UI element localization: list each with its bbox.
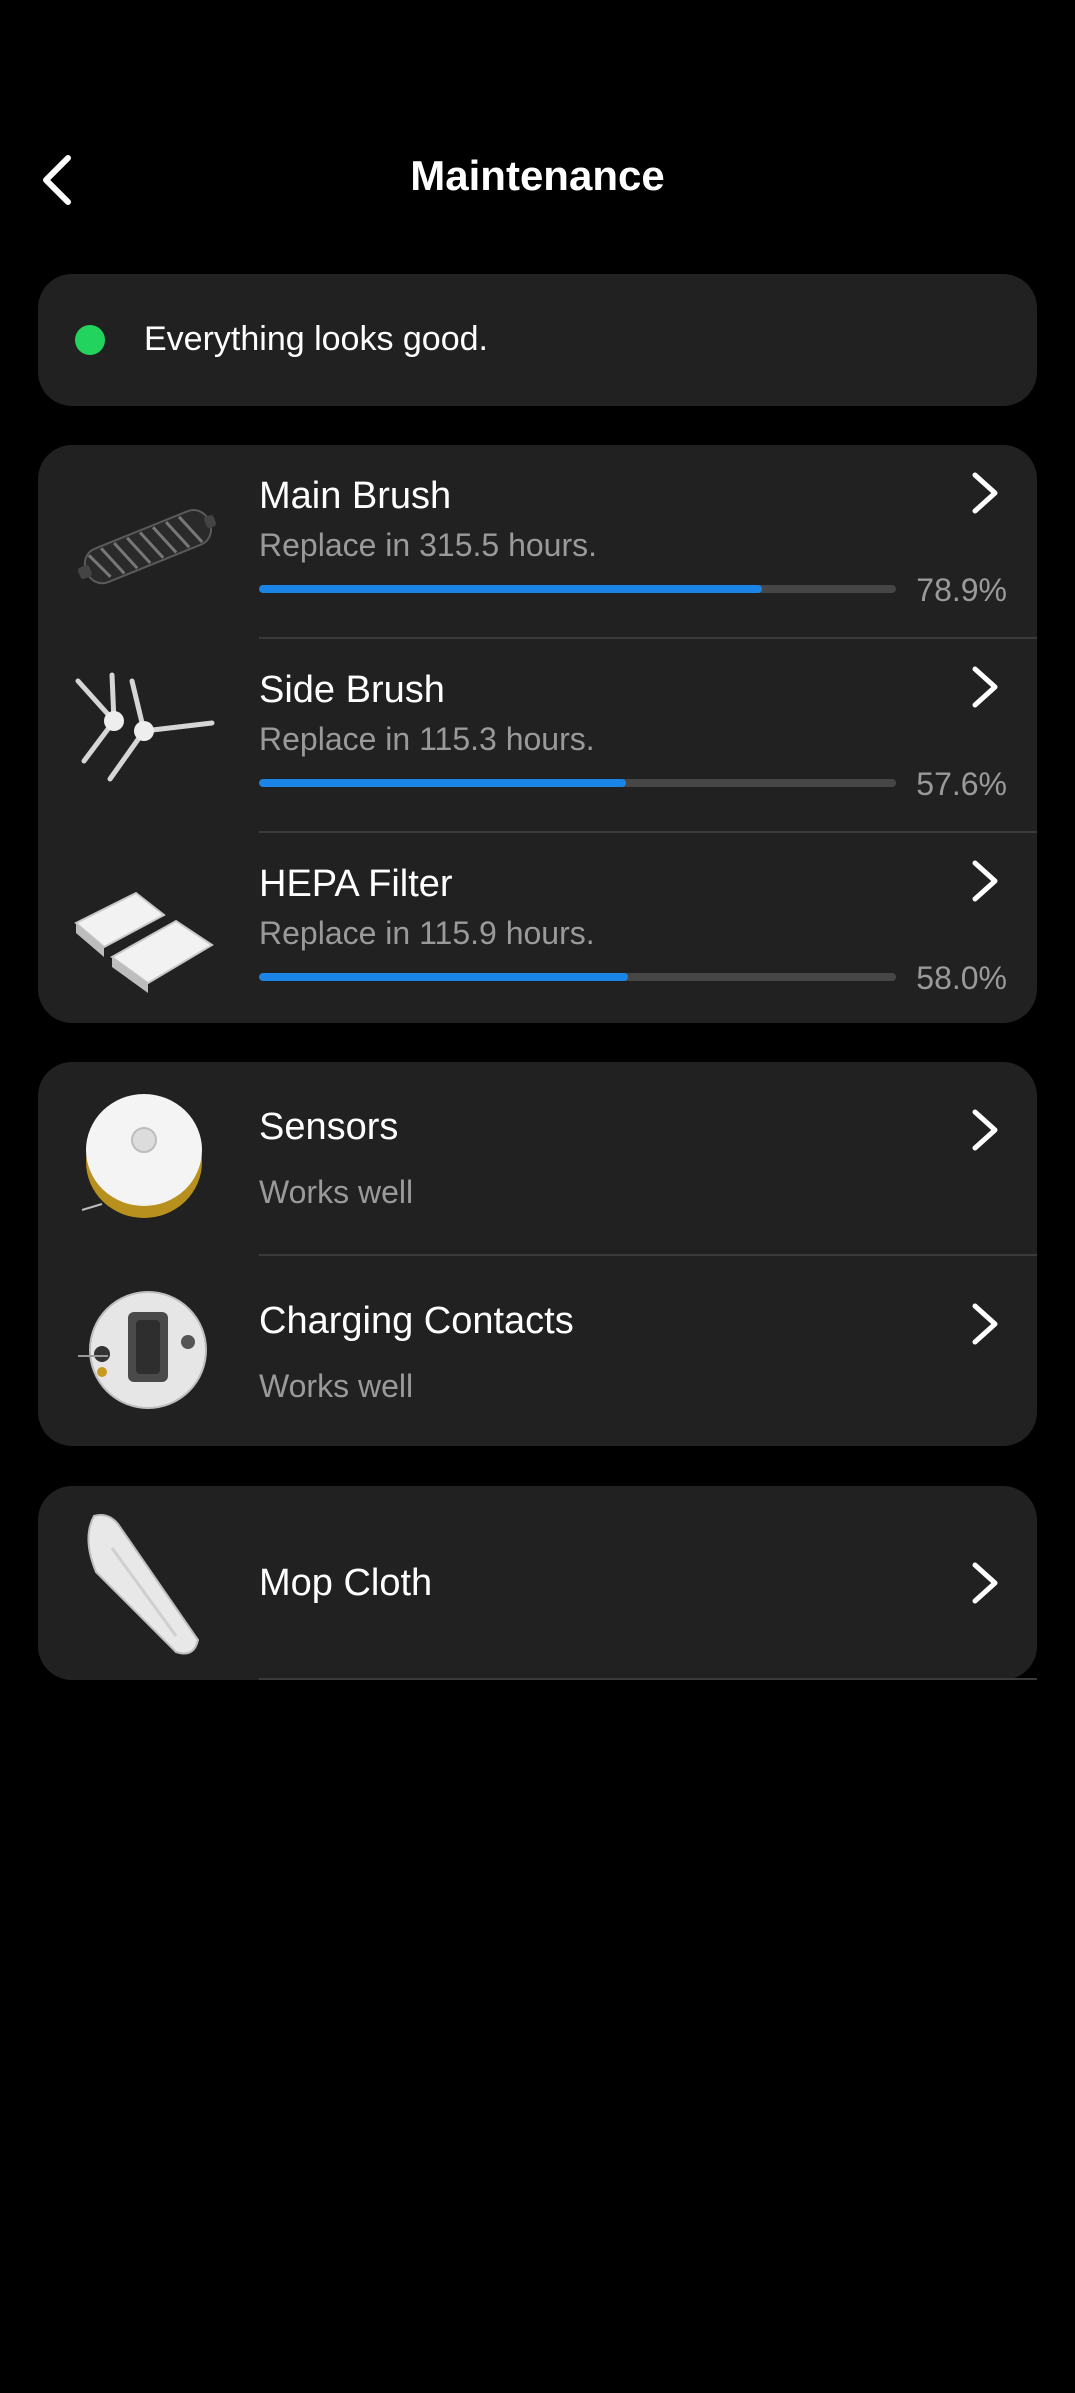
consumable-percent: 58.0% [916, 960, 1007, 996]
check-status: Works well [259, 1368, 414, 1404]
consumable-name: Side Brush [259, 669, 445, 711]
mop-name: Mop Cloth [259, 1562, 433, 1604]
chevron-right-icon [967, 1106, 1003, 1154]
progress-bar [259, 585, 896, 593]
chevron-right-icon [967, 1300, 1003, 1348]
page-title: Maintenance [410, 152, 665, 199]
consumable-name: Main Brush [259, 475, 452, 517]
chevron-right-icon [967, 663, 1003, 711]
status-card: Everything looks good. [38, 274, 1037, 406]
chevron-right-icon [967, 469, 1003, 517]
consumable-name: HEPA Filter [259, 863, 453, 905]
status-ok-dot-icon [75, 325, 105, 355]
consumable-row-main-brush[interactable]: Main Brush Replace in 315.5 hours. 78.9% [38, 445, 1037, 639]
consumables-card: Main Brush Replace in 315.5 hours. 78.9% [38, 445, 1037, 1023]
mop-card: Mop Cloth [38, 1486, 1037, 1680]
maintenance-screen: Maintenance Everything looks good. Main … [0, 0, 1075, 2393]
side-brush-image [72, 661, 222, 811]
status-text: Everything looks good. [144, 320, 488, 358]
check-status: Works well [259, 1174, 414, 1210]
consumable-percent: 57.6% [916, 766, 1007, 802]
check-row-charging-contacts[interactable]: Charging Contacts Works well [38, 1256, 1037, 1446]
consumable-row-hepa-filter[interactable]: HEPA Filter Replace in 115.9 hours. 58.0… [38, 833, 1037, 1023]
consumable-subtitle: Replace in 115.3 hours. [259, 721, 595, 757]
robot-bottom-image [72, 1276, 222, 1426]
progress-bar-fill [259, 973, 629, 981]
mop-cloth-image [72, 1508, 222, 1658]
consumable-subtitle: Replace in 315.5 hours. [259, 527, 597, 563]
main-brush-image [72, 467, 222, 617]
chevron-right-icon [967, 857, 1003, 905]
header: Maintenance [0, 130, 1075, 230]
consumable-percent: 78.9% [916, 572, 1007, 608]
robot-top-image [72, 1082, 222, 1232]
checks-card: Sensors Works well Charging Contacts Wor… [38, 1062, 1037, 1446]
hepa-filter-image [72, 855, 222, 1005]
consumable-row-side-brush[interactable]: Side Brush Replace in 115.3 hours. 57.6% [38, 639, 1037, 833]
chevron-right-icon [967, 1559, 1003, 1607]
divider [259, 1678, 1037, 1680]
progress-bar [259, 779, 896, 787]
mop-row[interactable]: Mop Cloth [38, 1486, 1037, 1680]
progress-bar [259, 973, 896, 981]
check-name: Sensors [259, 1106, 399, 1148]
progress-bar-fill [259, 585, 762, 593]
consumable-subtitle: Replace in 115.9 hours. [259, 915, 595, 951]
check-name: Charging Contacts [259, 1300, 574, 1342]
progress-bar-fill [259, 779, 626, 787]
check-row-sensors[interactable]: Sensors Works well [38, 1062, 1037, 1256]
